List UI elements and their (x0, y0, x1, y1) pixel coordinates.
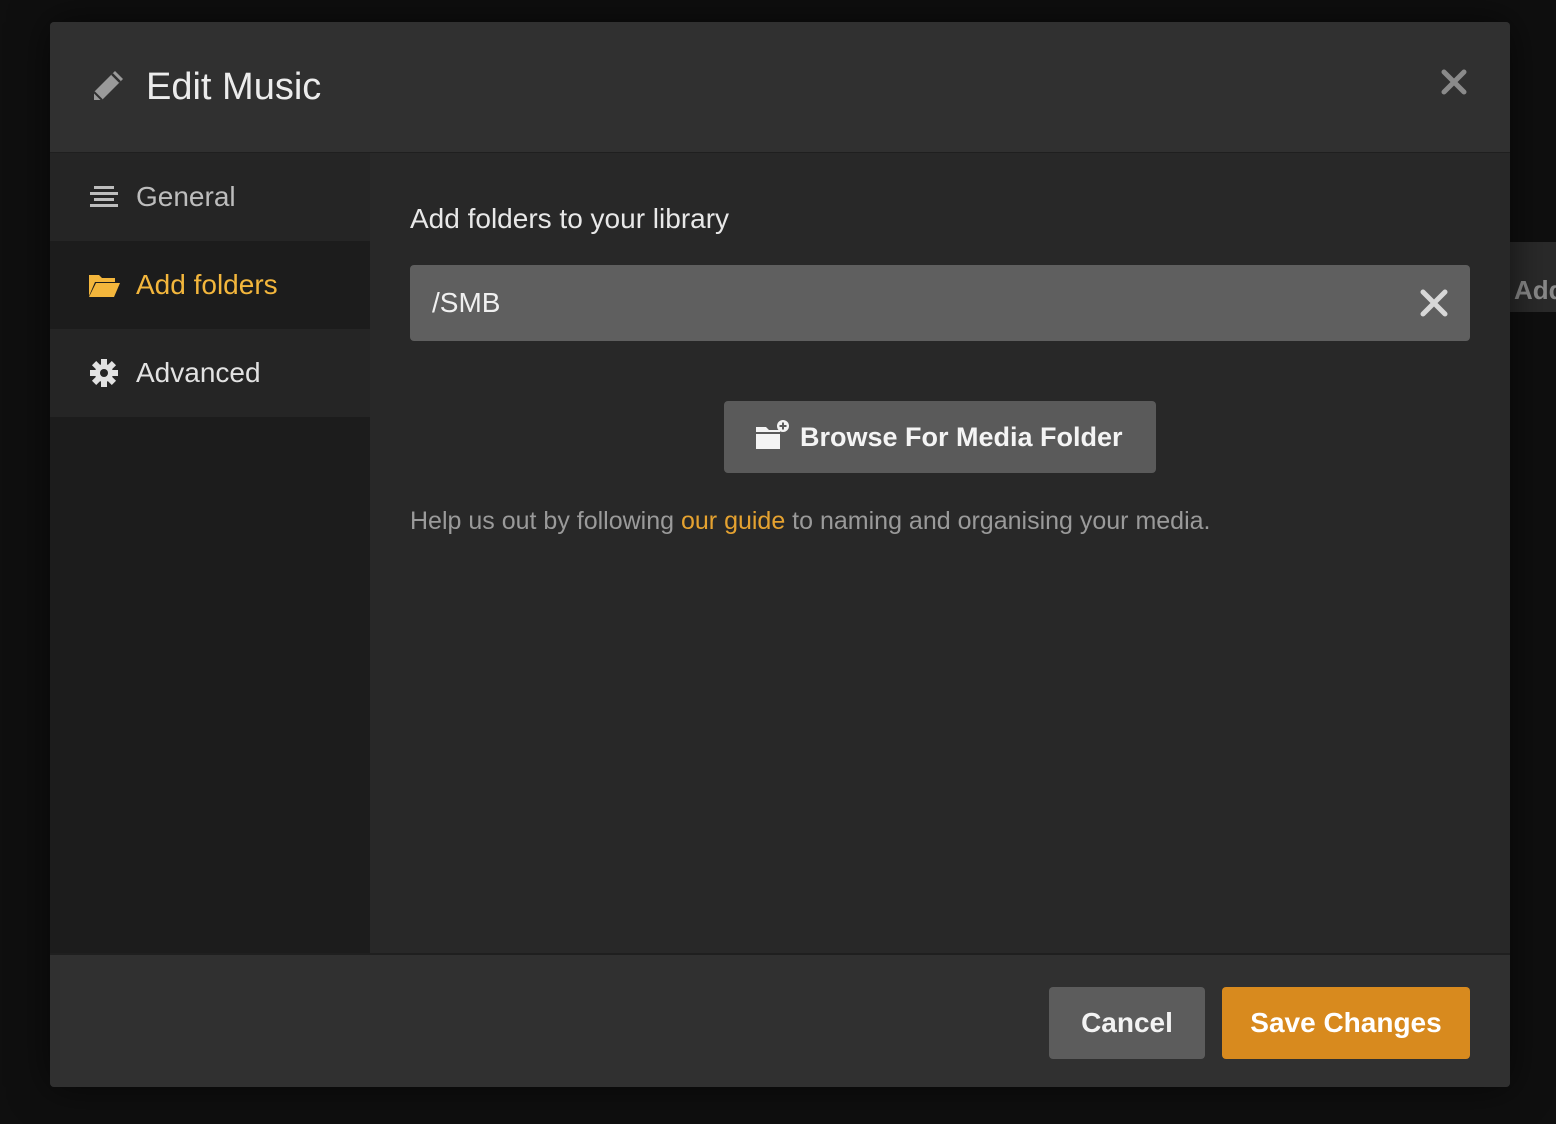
content-panel: Add folders to your library /SMB Browse … (370, 153, 1510, 953)
pencil-icon (93, 71, 123, 101)
folder-path[interactable]: /SMB (432, 285, 500, 321)
align-lines-icon (90, 186, 118, 207)
help-text-suffix: to naming and organising your media. (785, 507, 1211, 535)
folder-open-icon (89, 275, 120, 297)
modal-title: Edit Music (146, 66, 322, 108)
modal-header: Edit Music (50, 22, 1510, 153)
sidebar-item-label: Add folders (136, 269, 278, 300)
folder-row: /SMB (410, 265, 1470, 341)
help-text-prefix: Help us out by following (410, 507, 681, 535)
help-text: Help us out by following our guide to na… (410, 503, 1211, 539)
sidebar: General Add folders Advanced (50, 153, 370, 953)
close-icon[interactable] (1434, 62, 1474, 102)
sidebar-item-label: General (136, 181, 236, 212)
section-title: Add folders to your library (410, 203, 730, 234)
modal-footer: Cancel Save Changes (50, 953, 1510, 1087)
guide-link[interactable]: our guide (681, 507, 785, 535)
browse-button-label: Browse For Media Folder (800, 422, 1123, 452)
save-changes-button[interactable]: Save Changes (1222, 987, 1470, 1059)
browse-media-folder-button[interactable]: Browse For Media Folder (724, 401, 1156, 473)
folder-add-icon (756, 420, 789, 449)
background-add-button: Add (1510, 242, 1556, 312)
sidebar-item-advanced[interactable]: Advanced (50, 329, 370, 417)
gear-icon (90, 359, 118, 387)
edit-library-modal: Edit Music General Add folders Advanced … (50, 22, 1510, 1087)
sidebar-item-general[interactable]: General (50, 153, 370, 241)
remove-folder-icon[interactable] (1418, 287, 1450, 319)
sidebar-item-add-folders[interactable]: Add folders (50, 241, 370, 329)
sidebar-item-label: Advanced (136, 357, 261, 388)
cancel-button[interactable]: Cancel (1049, 987, 1205, 1059)
